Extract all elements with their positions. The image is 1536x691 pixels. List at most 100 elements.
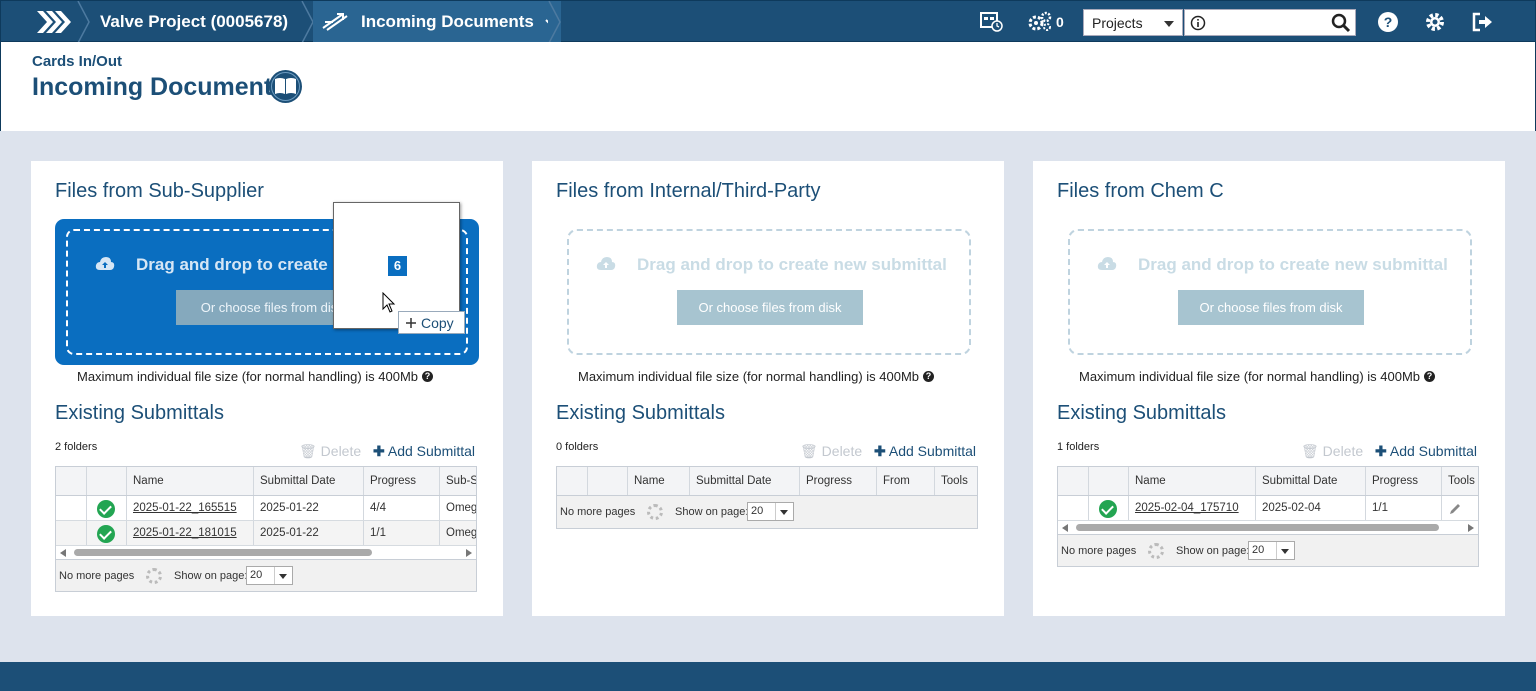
page-size-select[interactable]: 20 <box>747 502 794 521</box>
column-header-name[interactable]: Name <box>1129 467 1256 495</box>
add-submittal-button[interactable]: ✚ Add Submittal <box>874 443 976 460</box>
search-input[interactable] <box>1184 9 1356 36</box>
help-icon[interactable]: ? <box>1377 11 1399 33</box>
column-header-from[interactable]: From <box>877 467 935 495</box>
choose-files-button[interactable]: Or choose files from disk <box>677 290 863 325</box>
gear-icon[interactable] <box>1424 11 1446 33</box>
app-logo-icon[interactable] <box>35 9 71 35</box>
help-icon[interactable]: ? <box>923 371 935 382</box>
status-column-header[interactable] <box>87 467 127 495</box>
row-select-cell[interactable] <box>56 496 87 520</box>
scrollbar-thumb[interactable] <box>74 549 372 556</box>
submittal-link[interactable]: 2025-01-22_165515 <box>133 502 237 514</box>
horizontal-scrollbar[interactable] <box>1058 521 1478 534</box>
svg-text:?: ? <box>1384 14 1393 30</box>
delete-button[interactable]: 🗑 Delete <box>299 443 361 460</box>
breadcrumb-project[interactable]: Valve Project (0005678) <box>100 1 288 43</box>
drag-file-count-badge: 6 <box>388 256 407 276</box>
dropzone-text: Drag and drop to create new submittal <box>1138 255 1448 274</box>
no-more-pages-label: No more pages <box>59 570 135 582</box>
cloud-upload-icon <box>596 257 616 270</box>
help-icon[interactable]: ? <box>1424 371 1436 382</box>
status-column-header[interactable] <box>588 467 628 495</box>
plus-icon: ✚ <box>1375 443 1387 459</box>
column-header-name[interactable]: Name <box>127 467 254 495</box>
column-header-date[interactable]: Submittal Date <box>254 467 364 495</box>
delete-button[interactable]: 🗑 Delete <box>800 443 862 460</box>
dropzone[interactable]: Drag and drop to create new submittal Or… <box>567 229 971 355</box>
scroll-right-icon[interactable] <box>466 549 472 557</box>
trash-icon: 🗑 <box>299 443 317 459</box>
column-header-sub-supplier[interactable]: Sub-Su <box>440 467 476 495</box>
breadcrumb-separator-icon <box>548 1 561 43</box>
table-pager: No more pages Show on page: 20 <box>1058 534 1478 566</box>
dropzone-text: Drag and drop to create new submittal <box>637 255 947 274</box>
existing-submittals-title: Existing Submittals <box>1057 402 1226 424</box>
check-circle-icon <box>97 525 115 543</box>
scroll-right-icon[interactable] <box>1468 524 1474 532</box>
scroll-left-icon[interactable] <box>60 549 66 557</box>
panel-title: Files from Sub-Supplier <box>55 180 264 202</box>
panel-internal-third-party: Files from Internal/Third-Party Drag and… <box>532 161 1004 616</box>
horizontal-scrollbar[interactable] <box>56 546 476 559</box>
cloud-upload-icon <box>1097 257 1117 270</box>
column-header-date[interactable]: Submittal Date <box>1256 467 1366 495</box>
breadcrumb-separator-icon <box>77 1 90 43</box>
max-file-size-note: Maximum individual file size (for normal… <box>578 369 935 384</box>
delete-button[interactable]: 🗑 Delete <box>1301 443 1363 460</box>
drop-effect-copy-badge: Copy <box>398 311 465 334</box>
page-size-select[interactable]: 20 <box>1248 541 1295 560</box>
show-on-page-label: Show on page: <box>675 506 749 518</box>
dropzone[interactable]: Drag and drop to create new submittal Or… <box>1068 229 1472 355</box>
table-row[interactable]: 2025-01-22_165515 2025-01-22 4/4 Omeg <box>56 496 476 521</box>
max-file-size-text: Maximum individual file size (for normal… <box>1079 369 1421 384</box>
panel-title: Files from Internal/Third-Party <box>556 180 821 202</box>
background-jobs-button[interactable]: 0 <box>1027 11 1064 33</box>
chevron-down-icon <box>1276 542 1292 559</box>
loading-spinner-icon <box>146 568 162 584</box>
search-scope-select[interactable]: Projects <box>1083 9 1183 36</box>
book-icon[interactable] <box>268 69 303 104</box>
tools-cell <box>1442 496 1478 520</box>
page-title: Incoming Documents <box>32 73 287 101</box>
row-select-cell[interactable] <box>56 521 87 545</box>
page-size-select[interactable]: 20 <box>246 566 293 585</box>
info-icon <box>1190 15 1206 31</box>
scrollbar-thumb[interactable] <box>1076 524 1439 531</box>
add-submittal-button[interactable]: ✚ Add Submittal <box>1375 443 1477 460</box>
submittal-link[interactable]: 2025-01-22_181015 <box>133 527 237 539</box>
column-header-progress[interactable]: Progress <box>800 467 877 495</box>
max-file-size-text: Maximum individual file size (for normal… <box>77 369 419 384</box>
column-header-tools[interactable]: Tools <box>935 467 977 495</box>
no-more-pages-label: No more pages <box>560 506 636 518</box>
scroll-left-icon[interactable] <box>1062 524 1068 532</box>
progress-cell: 4/4 <box>364 496 440 520</box>
table-row[interactable]: 2025-02-04_175710 2025-02-04 1/1 <box>1058 496 1478 521</box>
column-header-tools[interactable]: Tools <box>1442 467 1478 495</box>
submittals-table: Name Submittal Date Progress Sub-Su 2025… <box>55 466 477 592</box>
pencil-icon[interactable] <box>1448 502 1462 516</box>
row-select-cell[interactable] <box>1058 496 1089 520</box>
choose-files-button[interactable]: Or choose files from disk <box>1178 290 1364 325</box>
delete-label: Delete <box>821 443 863 459</box>
column-header-date[interactable]: Submittal Date <box>690 467 800 495</box>
gears-icon <box>1028 11 1052 31</box>
check-circle-icon <box>1099 500 1117 518</box>
select-column-header[interactable] <box>557 467 588 495</box>
sub-supplier-cell: Omeg <box>440 521 476 545</box>
submittal-link[interactable]: 2025-02-04_175710 <box>1135 502 1239 514</box>
column-header-name[interactable]: Name <box>628 467 690 495</box>
trash-icon: 🗑 <box>800 443 818 459</box>
column-header-progress[interactable]: Progress <box>364 467 440 495</box>
breadcrumb-module[interactable]: Incoming Documents <box>313 1 561 43</box>
logout-icon[interactable] <box>1471 11 1493 33</box>
table-row[interactable]: 2025-01-22_181015 2025-01-22 1/1 Omeg <box>56 521 476 546</box>
select-column-header[interactable] <box>56 467 87 495</box>
status-column-header[interactable] <box>1089 467 1129 495</box>
schedule-icon[interactable] <box>980 11 1004 33</box>
add-submittal-button[interactable]: ✚ Add Submittal <box>373 443 475 460</box>
select-column-header[interactable] <box>1058 467 1089 495</box>
help-icon[interactable]: ? <box>422 371 434 382</box>
column-header-progress[interactable]: Progress <box>1366 467 1442 495</box>
search-icon[interactable] <box>1331 13 1351 33</box>
